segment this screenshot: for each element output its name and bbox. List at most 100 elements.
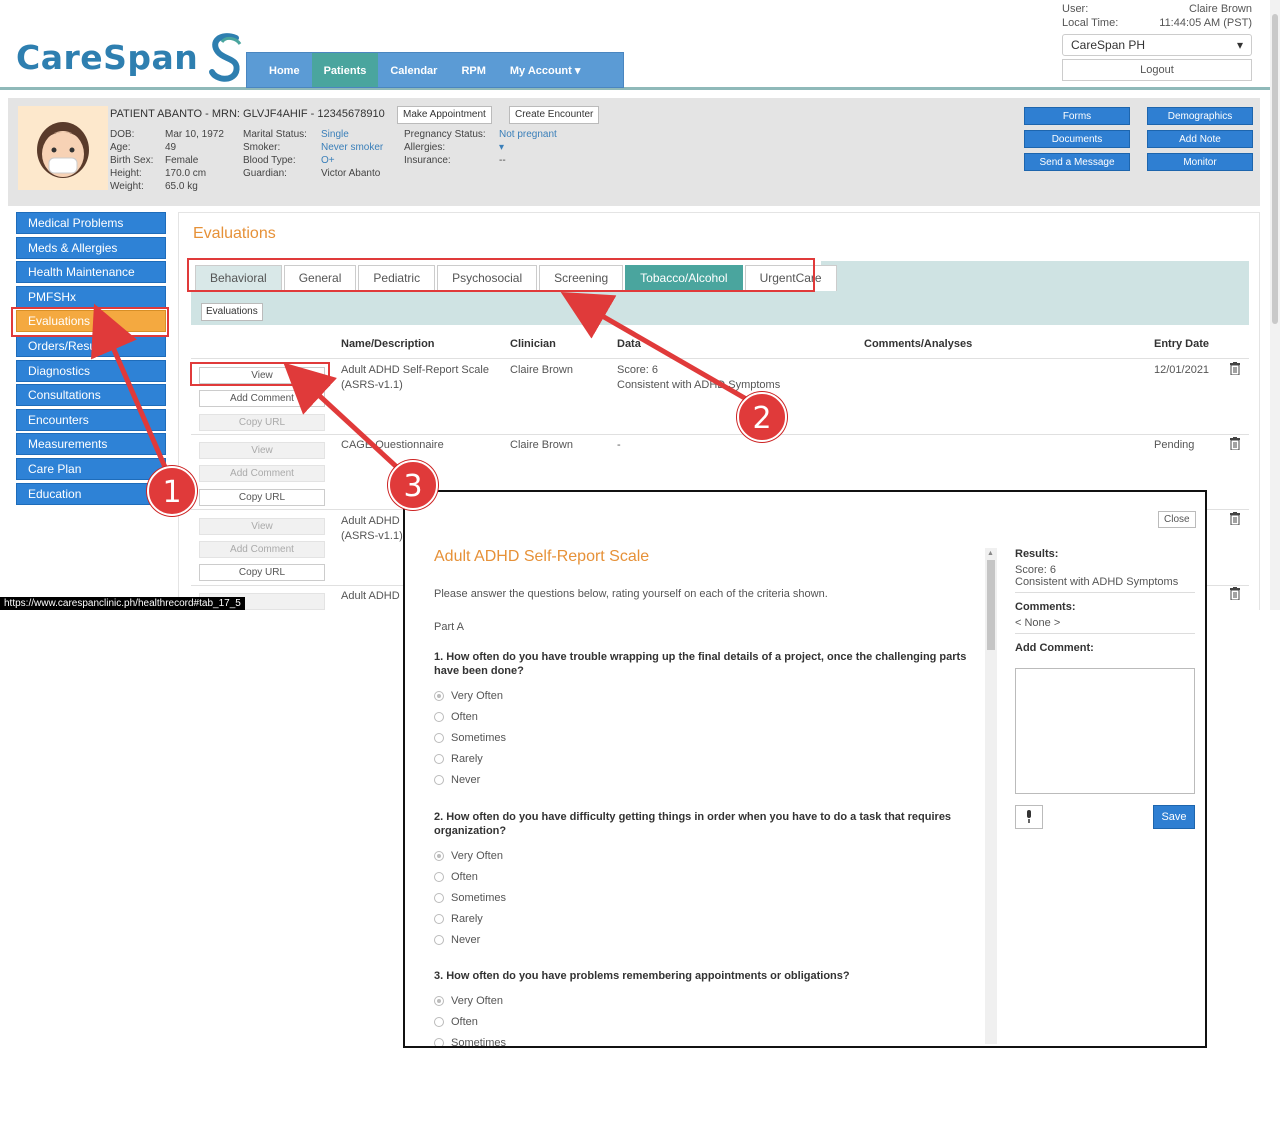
patient-info-col1: DOB: Mar 10, 1972 Age: 49 Birth Sex: Female… <box>110 128 224 193</box>
create-encounter-button[interactable]: Create Encounter <box>509 106 600 124</box>
trash-icon[interactable] <box>1229 587 1241 600</box>
radio-selected-icon[interactable] <box>434 851 444 861</box>
trash-icon[interactable] <box>1229 437 1241 450</box>
sidebar-item-health-maintenance[interactable]: Health Maintenance <box>16 261 166 284</box>
radio-icon[interactable] <box>434 1038 444 1046</box>
evaluations-title: Evaluations <box>193 225 276 242</box>
clinic-value: CareSpan PH <box>1071 38 1146 52</box>
microphone-button[interactable] <box>1015 805 1043 829</box>
carespan-logo[interactable]: CareSpan <box>16 30 246 84</box>
close-button[interactable]: Close <box>1158 511 1196 528</box>
q2-option-often[interactable]: Often <box>434 871 478 883</box>
status-bar-url: https://www.carespanclinic.ph/healthreco… <box>0 597 245 610</box>
q1-option-sometimes[interactable]: Sometimes <box>434 732 506 744</box>
clinic-select[interactable]: CareSpan PH ▾ <box>1062 34 1252 56</box>
q3-option-very-often[interactable]: Very Often <box>434 995 503 1007</box>
scroll-up-icon[interactable]: ▲ <box>987 550 994 557</box>
smoker-label: Smoker: <box>243 142 281 153</box>
row2-date-pending[interactable]: Pending <box>1154 438 1194 453</box>
row1-name-line1: Adult ADHD Self-Report Scale <box>341 364 489 376</box>
save-button[interactable]: Save <box>1153 805 1195 829</box>
radio-selected-icon[interactable] <box>434 996 444 1006</box>
documents-button[interactable]: Documents <box>1024 130 1130 148</box>
trash-icon[interactable] <box>1229 512 1241 525</box>
q1-option-sometimes-label: Sometimes <box>451 732 507 744</box>
row2-copy-url-button[interactable]: Copy URL <box>199 489 325 506</box>
blood-value[interactable]: O+ <box>321 155 335 166</box>
allergies-label: Allergies: <box>404 142 446 153</box>
nav-home[interactable]: Home <box>247 53 312 87</box>
q1-option-very-often[interactable]: Very Often <box>434 690 503 702</box>
q1-option-often[interactable]: Often <box>434 711 478 723</box>
page-scrollbar[interactable] <box>1270 0 1280 610</box>
row1-copy-url-button[interactable]: Copy URL <box>199 414 325 431</box>
comment-textarea[interactable] <box>1015 668 1195 794</box>
comments-value: < None > <box>1015 617 1061 629</box>
radio-icon[interactable] <box>434 712 444 722</box>
q2-option-never[interactable]: Never <box>434 934 480 946</box>
q1-option-never[interactable]: Never <box>434 774 480 786</box>
radio-icon[interactable] <box>434 775 444 785</box>
row3-copy-url-button[interactable]: Copy URL <box>199 564 325 581</box>
row2-view-button[interactable]: View <box>199 442 325 459</box>
nav-patients[interactable]: Patients <box>311 53 379 87</box>
sidebar-item-pmfshx[interactable]: PMFSHx <box>16 285 166 308</box>
row2-name: CAGE Questionnaire <box>341 439 444 451</box>
pregnancy-value[interactable]: Not pregnant <box>499 129 557 140</box>
caret-down-icon: ▾ <box>1236 38 1243 52</box>
make-appointment-button[interactable]: Make Appointment <box>397 106 492 124</box>
page-scrollbar-thumb[interactable] <box>1272 14 1278 324</box>
row1-clinician: Claire Brown <box>510 364 573 376</box>
row1-add-comment-button[interactable]: Add Comment <box>199 390 325 407</box>
sidebar-item-education[interactable]: Education <box>16 482 166 505</box>
monitor-button[interactable]: Monitor <box>1147 153 1253 171</box>
radio-icon[interactable] <box>434 872 444 882</box>
radio-icon[interactable] <box>434 935 444 945</box>
allergies-caret-icon[interactable]: ▾ <box>499 142 504 153</box>
nav-my-account[interactable]: My Account ▾ <box>498 53 593 87</box>
q3-option-often[interactable]: Often <box>434 1016 478 1028</box>
demographics-button[interactable]: Demographics <box>1147 107 1253 125</box>
q3-option-sometimes[interactable]: Sometimes <box>434 1037 506 1046</box>
sidebar-item-orders-results[interactable]: Orders/Results <box>16 334 166 357</box>
modal-scrollbar-thumb[interactable] <box>987 560 995 650</box>
row3-add-comment-button[interactable]: Add Comment <box>199 541 325 558</box>
q2-option-sometimes[interactable]: Sometimes <box>434 892 506 904</box>
modal-scrollbar[interactable]: ▲ <box>985 548 997 1044</box>
radio-selected-icon[interactable] <box>434 691 444 701</box>
sidebar-item-meds-allergies[interactable]: Meds & Allergies <box>16 236 166 259</box>
carespan-logo-icon <box>209 33 242 82</box>
q3-option-often-label: Often <box>451 1016 478 1028</box>
q1-option-rarely[interactable]: Rarely <box>434 753 483 765</box>
smoker-value[interactable]: Never smoker <box>321 142 383 153</box>
col-comments: Comments/Analyses <box>864 338 973 350</box>
dob-label: DOB: <box>110 129 135 140</box>
evaluations-sub-button[interactable]: Evaluations <box>201 303 263 321</box>
sidebar-item-consultations[interactable]: Consultations <box>16 384 166 407</box>
send-message-button[interactable]: Send a Message <box>1024 153 1130 171</box>
add-comment-label: Add Comment: <box>1015 642 1094 654</box>
nav-calendar[interactable]: Calendar <box>378 53 449 87</box>
logout-button[interactable]: Logout <box>1062 59 1252 81</box>
radio-icon[interactable] <box>434 754 444 764</box>
sidebar-item-medical-problems[interactable]: Medical Problems <box>16 212 166 234</box>
trash-icon[interactable] <box>1229 362 1241 375</box>
add-note-button[interactable]: Add Note <box>1147 130 1253 148</box>
radio-icon[interactable] <box>434 1017 444 1027</box>
row1-result: Consistent with ADHD Symptoms <box>617 379 781 391</box>
row2-add-comment-button[interactable]: Add Comment <box>199 465 325 482</box>
radio-icon[interactable] <box>434 914 444 924</box>
sidebar-item-care-plan[interactable]: Care Plan <box>16 457 166 480</box>
radio-icon[interactable] <box>434 733 444 743</box>
sidebar-item-encounters[interactable]: Encounters <box>16 408 166 431</box>
q2-option-very-often[interactable]: Very Often <box>434 850 503 862</box>
sidebar-item-measurements[interactable]: Measurements <box>16 433 166 456</box>
nav-rpm[interactable]: RPM <box>449 53 497 87</box>
row3-view-button[interactable]: View <box>199 518 325 535</box>
age-label: Age: <box>110 142 131 153</box>
sidebar-item-diagnostics[interactable]: Diagnostics <box>16 359 166 382</box>
q2-option-rarely[interactable]: Rarely <box>434 913 483 925</box>
radio-icon[interactable] <box>434 893 444 903</box>
forms-button[interactable]: Forms <box>1024 107 1130 125</box>
marital-value[interactable]: Single <box>321 129 349 140</box>
